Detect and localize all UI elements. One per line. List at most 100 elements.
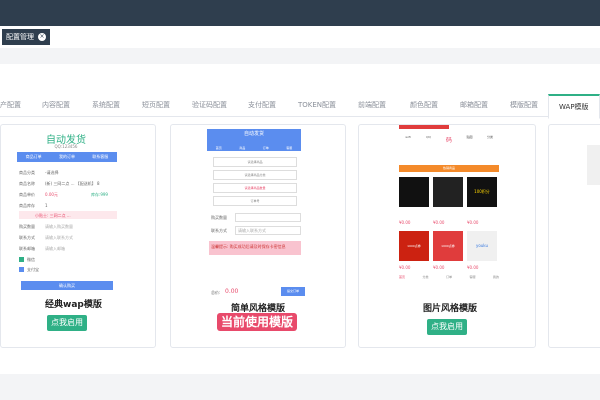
goods-icon[interactable]: 商品: [231, 139, 255, 151]
category-icon[interactable]: 分类: [481, 135, 499, 163]
classic-submit-button[interactable]: 确认购买: [21, 281, 113, 290]
classic-row: 库存:999: [91, 192, 108, 197]
tab-token-config[interactable]: TOKEN配置: [298, 100, 336, 110]
classic-caption: 经典wap模版: [45, 300, 102, 310]
classic-pay: 微信: [27, 257, 35, 262]
simple-buy-button[interactable]: 提交订单: [281, 287, 305, 296]
nav-category[interactable]: 分类: [422, 275, 428, 285]
simple-qty-input[interactable]: [235, 213, 301, 222]
simple-notice-text: 温馨提示: 购买成功后请及时保存卡密信息: [211, 244, 286, 249]
image-top-bar: [399, 125, 449, 129]
simple-field[interactable]: 请选择商品数量: [213, 183, 297, 193]
tab-content-config[interactable]: 内容配置: [42, 100, 70, 110]
tab-sms-config[interactable]: 短页配置: [142, 100, 170, 110]
classic-row: 0.00元: [45, 192, 58, 197]
image-price: ¥0.00: [433, 220, 445, 225]
image-bottom-nav: 首页 分类 订单 客服 我的: [399, 275, 499, 285]
classic-pay: 支付宝: [27, 267, 39, 272]
classic-tab-0[interactable]: 商品订单: [17, 152, 50, 162]
simple-qty-label: 购买数量: [211, 215, 227, 220]
simple-total-label: 总价:: [211, 290, 221, 295]
template-card-partial: [548, 124, 600, 348]
image-section-header: 热销商品: [399, 165, 499, 172]
classic-row: (新) 三网二点 ... 【配送机】 8: [45, 181, 100, 186]
image-tile-3[interactable]: 1000点券: [399, 231, 429, 261]
image-tile-4[interactable]: 1000点券: [433, 231, 463, 261]
enable-classic-button[interactable]: 点我启用: [47, 315, 87, 331]
image-price: ¥0.00: [399, 220, 411, 225]
simple-field[interactable]: 订单号: [213, 196, 297, 206]
qq-icon[interactable]: QQ: [420, 135, 438, 163]
tab-config-manage[interactable]: 配置管理 ×: [2, 29, 50, 45]
image-tile-0[interactable]: [399, 177, 429, 207]
simple-contact-input[interactable]: 请输入联系方式: [235, 226, 301, 235]
tab-label: 配置管理: [6, 33, 34, 41]
template-card-classic: 自动发货 QQ:123456 商品订单 我的订单 联系客服 商品分类 -请选择 …: [0, 124, 156, 348]
spacer: [0, 48, 600, 64]
template-card-simple: 自动发货 首页 商品 订单 客服 请选择商品 请选择商品分类 请选择商品数量 订…: [170, 124, 346, 348]
wechat-pay-icon: [19, 257, 24, 262]
image-tile-2[interactable]: 100积分: [467, 177, 497, 207]
image-icon-row: wifi QQ 码 贴图 分类: [399, 135, 499, 163]
classic-row: 商品分类: [19, 170, 35, 175]
classic-row: 商品名称: [19, 181, 35, 186]
classic-row: 联系方式: [19, 235, 35, 240]
order-icon[interactable]: 订单: [254, 139, 278, 151]
classic-notice: 小贴士: 三网二点 ...: [19, 211, 117, 219]
service-icon[interactable]: 客服: [278, 139, 302, 151]
classic-sub: QQ:123456: [54, 144, 78, 149]
top-navbar: [0, 0, 600, 26]
classic-row: 商品库存: [19, 203, 35, 208]
nav-home[interactable]: 首页: [399, 275, 405, 285]
image-price: ¥0.00: [433, 265, 445, 270]
tab-mail-config[interactable]: 邮箱配置: [460, 100, 488, 110]
tab-wap-template[interactable]: WAP模版: [548, 94, 600, 119]
classic-tab-2[interactable]: 联系客服: [84, 152, 117, 162]
sticker-icon[interactable]: 贴图: [461, 135, 479, 163]
tab-pay-config[interactable]: 支付配置: [248, 100, 276, 110]
simple-contact-label: 联系方式: [211, 228, 227, 233]
classic-row: 1: [45, 203, 48, 208]
code-icon[interactable]: 码: [440, 135, 458, 163]
classic-tab-1[interactable]: 我的订单: [50, 152, 83, 162]
simple-icon-row: 首页 商品 订单 客服: [207, 139, 301, 151]
image-price: ¥0.00: [467, 265, 479, 270]
tab-cfg-0[interactable]: 产配置: [0, 100, 21, 110]
home-icon[interactable]: 首页: [207, 139, 231, 151]
classic-row: 联系邮箱: [19, 246, 35, 251]
image-tile-1[interactable]: [433, 177, 463, 207]
wifi-icon[interactable]: wifi: [399, 135, 417, 163]
tab-system-config[interactable]: 系统配置: [92, 100, 120, 110]
simple-header: 自动发货: [207, 129, 301, 139]
current-template-badge: 当前使用模版: [217, 313, 298, 331]
classic-row: 请输入购买数量: [45, 224, 73, 229]
template-card-image: wifi QQ 码 贴图 分类 热销商品 100积分 ¥0.00 ¥0.00 ¥…: [358, 124, 536, 348]
tab-template-config[interactable]: 模版配置: [510, 100, 538, 110]
nav-service[interactable]: 客服: [469, 275, 475, 285]
classic-row: 商品单价: [19, 192, 35, 197]
page-tab-strip: 配置管理 ×: [0, 26, 600, 49]
image-price: ¥0.00: [467, 220, 479, 225]
simple-notice: 温馨提示: 购买成功后请及时保存卡密信息: [209, 241, 301, 255]
config-tab-bar: 产配置 内容配置 系统配置 短页配置 验证码配置 支付配置 TOKEN配置 前端…: [0, 94, 600, 119]
enable-image-button[interactable]: 点我启用: [427, 319, 467, 335]
simple-total-value: 0.00: [225, 288, 239, 295]
nav-order[interactable]: 订单: [446, 275, 452, 285]
tab-frontend-config[interactable]: 前端配置: [358, 100, 386, 110]
alipay-icon: [19, 267, 24, 272]
nav-mine[interactable]: 我的: [493, 275, 499, 285]
simple-field[interactable]: 请选择商品分类: [213, 170, 297, 180]
image-price: ¥0.00: [399, 265, 411, 270]
classic-tabbar: 商品订单 我的订单 联系客服: [17, 152, 117, 162]
simple-contact-placeholder: 请输入联系方式: [238, 228, 266, 233]
close-icon[interactable]: ×: [38, 33, 46, 41]
image-caption: 图片风格模版: [423, 304, 478, 314]
partial-preview: [587, 145, 600, 185]
tab-captcha-config[interactable]: 验证码配置: [192, 100, 227, 110]
simple-field[interactable]: 请选择商品: [213, 157, 297, 167]
tab-color-config[interactable]: 颜色配置: [410, 100, 438, 110]
image-tile-5[interactable]: youku: [467, 231, 497, 261]
config-panel: 产配置 内容配置 系统配置 短页配置 验证码配置 支付配置 TOKEN配置 前端…: [0, 64, 600, 374]
classic-row: 购买数量: [19, 224, 35, 229]
page-footer: [0, 374, 600, 400]
